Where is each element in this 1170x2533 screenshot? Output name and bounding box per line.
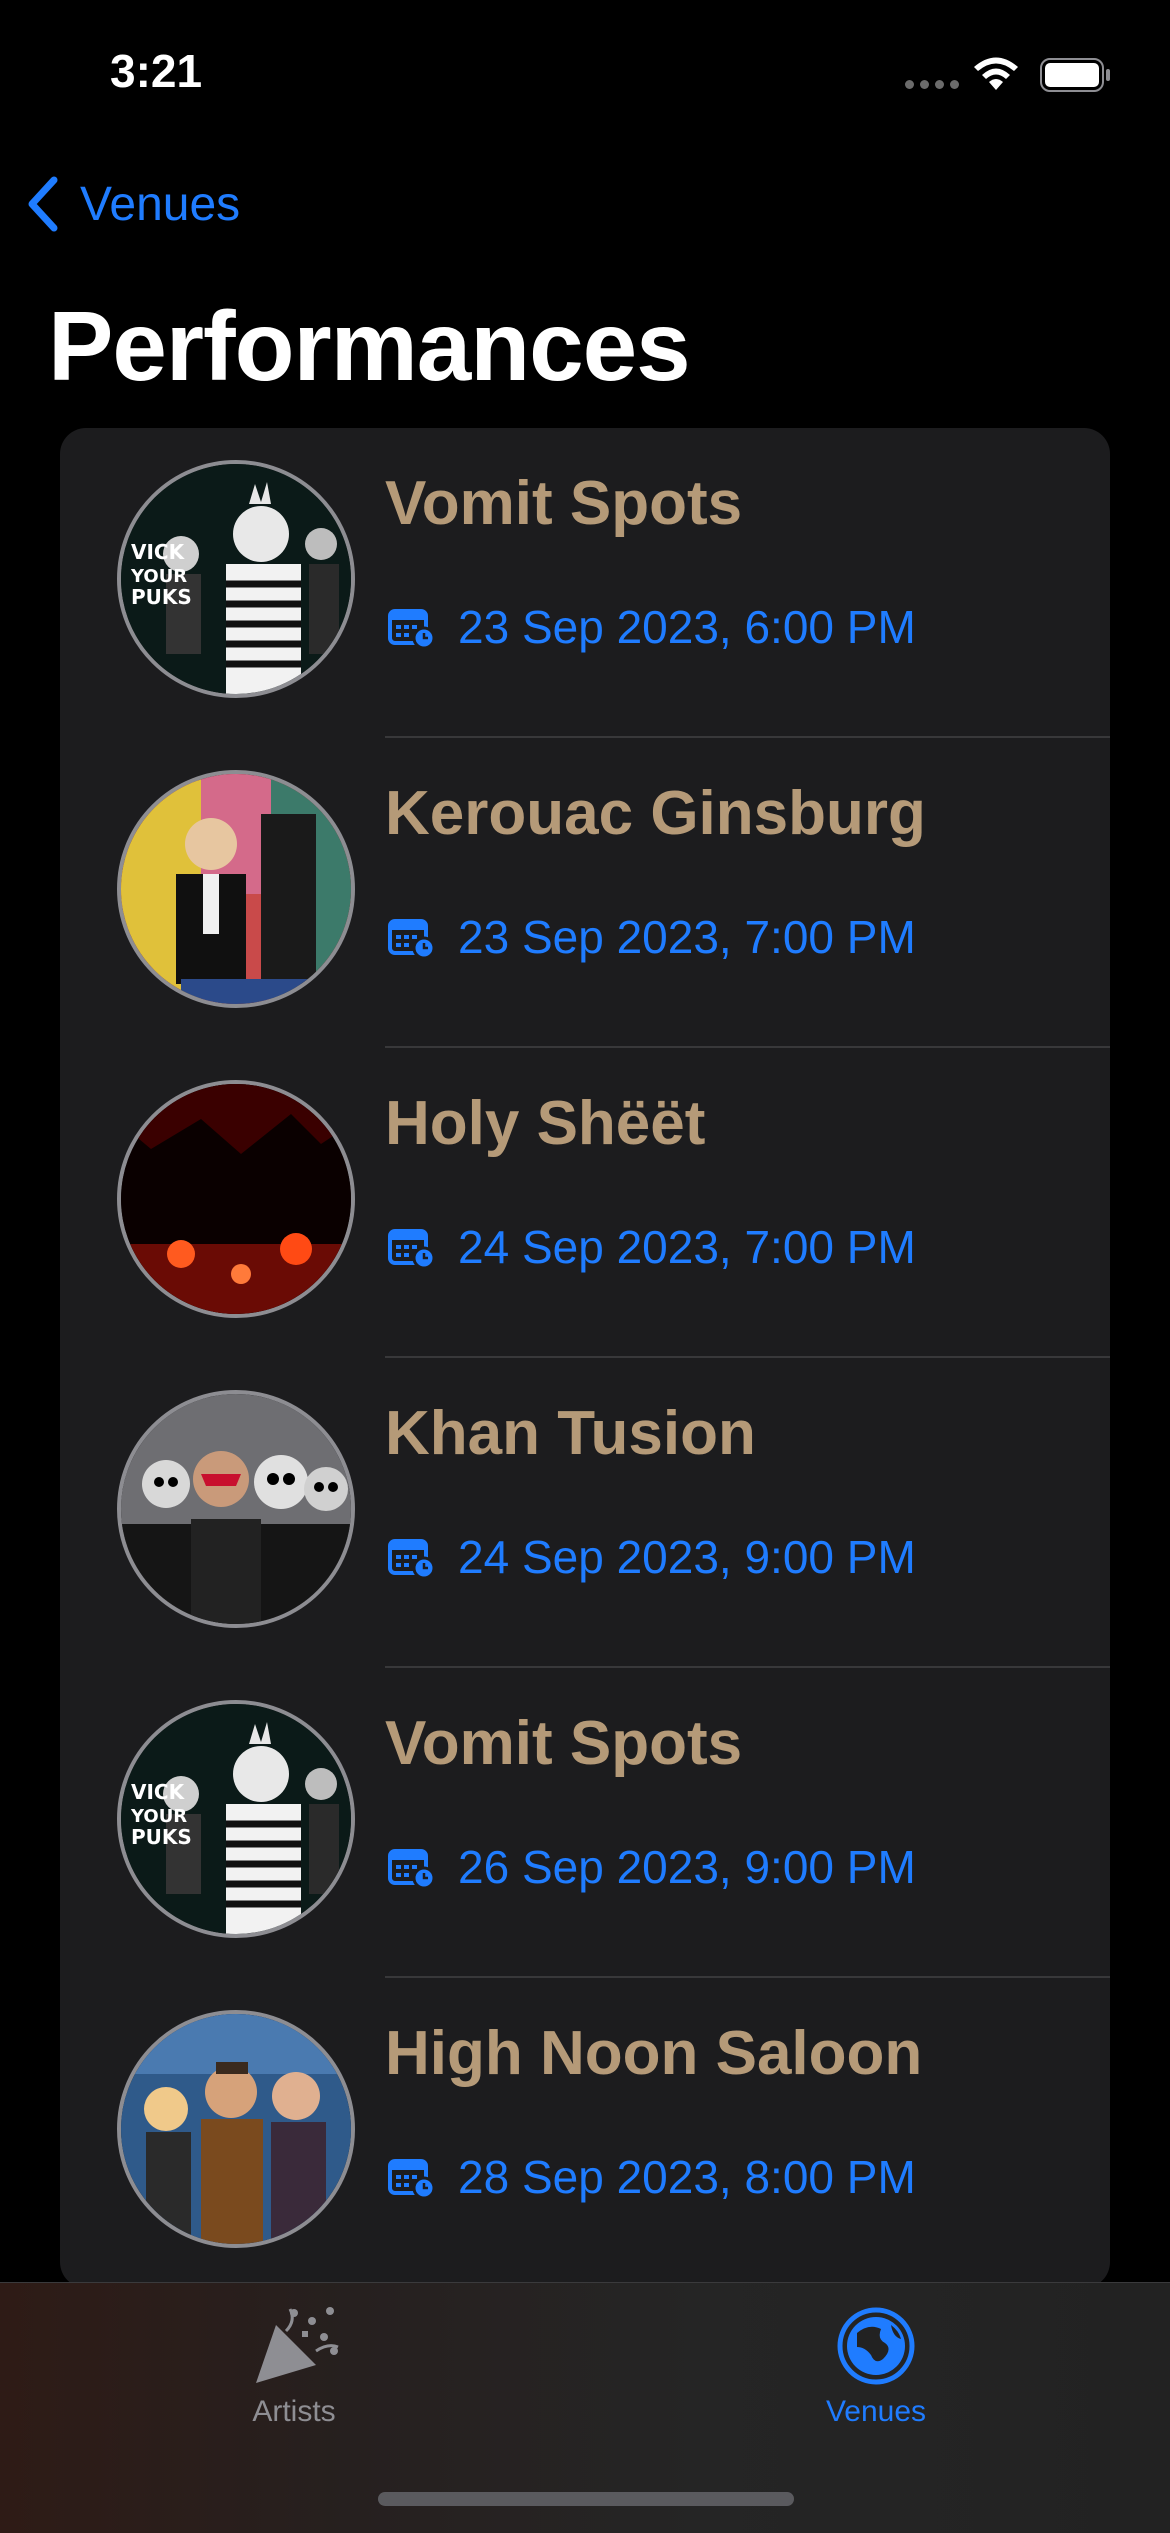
performance-date: 26 Sep 2023, 9:00 PM: [458, 1841, 916, 1893]
list-item[interactable]: VICK YOUR PUKS Vomit Spots 23 Sep 2023, …: [60, 428, 1110, 738]
artist-name: Khan Tusion: [385, 1399, 756, 1468]
chevron-left-icon: [28, 176, 58, 232]
svg-text:PUKS: PUKS: [131, 585, 192, 609]
tab-venues[interactable]: Venues: [796, 2303, 956, 2429]
status-bar: 3:21: [0, 0, 1170, 140]
artist-name: Vomit Spots: [385, 1709, 743, 1778]
band-avatar: [117, 770, 355, 1008]
home-indicator: [378, 2492, 794, 2506]
band-avatar: [117, 1080, 355, 1318]
svg-text:YOUR: YOUR: [130, 566, 187, 587]
svg-text:VICK: VICK: [131, 540, 186, 564]
back-button[interactable]: Venues: [26, 176, 240, 232]
calendar-clock-icon: [388, 1229, 436, 1269]
calendar-clock-icon: [388, 609, 436, 649]
performance-date: 24 Sep 2023, 7:00 PM: [458, 1221, 916, 1273]
party-popper-icon: [256, 2307, 339, 2383]
back-label: Venues: [80, 177, 241, 231]
calendar-clock-icon: [388, 2159, 436, 2199]
performance-date: 23 Sep 2023, 7:00 PM: [458, 911, 916, 963]
calendar-clock-icon: [388, 919, 436, 959]
list-item[interactable]: VICK YOUR PUKS Vomit Spots 26 Sep 2023, …: [60, 1668, 1110, 1978]
list-item[interactable]: High Noon Saloon 28 Sep 2023, 8:00 PM: [60, 1978, 1110, 2288]
band-avatar: [117, 2010, 355, 2248]
svg-text:PUKS: PUKS: [131, 1825, 192, 1849]
band-avatar: VICK YOUR PUKS: [117, 460, 355, 698]
cellular-icon: [905, 80, 959, 89]
performance-list: VICK YOUR PUKS Vomit Spots 23 Sep 2023, …: [60, 428, 1110, 2288]
artist-name: Kerouac Ginsburg: [385, 779, 926, 848]
artist-name: Holy Shëët: [385, 1089, 706, 1158]
artist-name: Vomit Spots: [385, 469, 743, 538]
calendar-clock-icon: [388, 1539, 436, 1579]
performance-date: 28 Sep 2023, 8:00 PM: [458, 2151, 916, 2203]
performance-date: 24 Sep 2023, 9:00 PM: [458, 1531, 916, 1583]
svg-text:VICK: VICK: [131, 1780, 186, 1804]
list-item[interactable]: Kerouac Ginsburg 23 Sep 2023, 7:00 PM: [60, 738, 1110, 1048]
tab-artists[interactable]: Artists: [214, 2303, 374, 2429]
performance-date: 23 Sep 2023, 6:00 PM: [458, 601, 916, 653]
globe-icon: [837, 2307, 915, 2385]
calendar-clock-icon: [388, 1849, 436, 1889]
artist-name: High Noon Saloon: [385, 2019, 923, 2088]
band-avatar: VICK YOUR PUKS: [117, 1700, 355, 1938]
tab-venues-label: Venues: [825, 2395, 927, 2428]
status-time: 3:21: [110, 45, 203, 97]
battery-icon: [1040, 58, 1110, 92]
wifi-icon: [974, 57, 1018, 90]
tab-artists-label: Artists: [252, 2395, 336, 2428]
list-item[interactable]: Holy Shëët 24 Sep 2023, 7:00 PM: [60, 1048, 1110, 1358]
svg-text:YOUR: YOUR: [130, 1806, 187, 1827]
list-item[interactable]: Khan Tusion 24 Sep 2023, 9:00 PM: [60, 1358, 1110, 1668]
page-title: Performances: [48, 291, 691, 401]
band-avatar: [117, 1390, 355, 1628]
